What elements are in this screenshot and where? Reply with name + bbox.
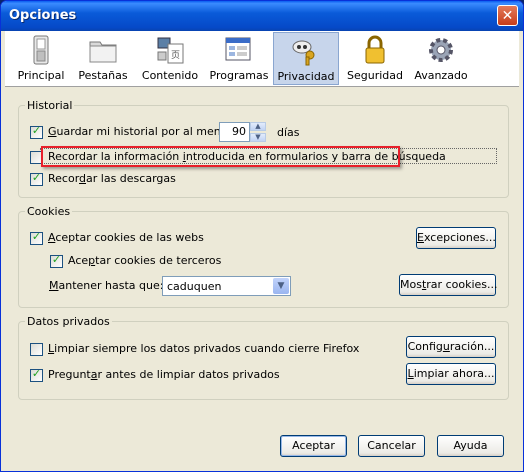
close-button[interactable]: ✕ [497, 5, 518, 26]
accept-button[interactable]: Aceptar [280, 435, 347, 457]
checkmark-icon: ✓ [31, 230, 42, 243]
save-history-checkbox[interactable]: ✓ [30, 124, 43, 139]
svg-text:页: 页 [171, 50, 180, 61]
ask-before-clear-checkbox[interactable]: ✓ [30, 367, 43, 382]
tab-avanzado[interactable]: Avanzado [411, 32, 471, 85]
content-icon: 页 [157, 37, 184, 64]
checkmark-icon: ✓ [31, 171, 42, 184]
clear-now-button[interactable]: Limpiar ahora... [406, 363, 496, 385]
mask-key-icon [292, 40, 315, 66]
options-dialog: Opciones ✕ Principal Pestañas 页 Contenid… [0, 0, 524, 472]
accept-cookies-checkbox[interactable]: ✓ [30, 230, 43, 245]
history-days-input[interactable]: 90 [219, 122, 250, 142]
ask-before-clear-label: Preguntar antes de limpiar datos privado… [48, 368, 280, 381]
tab-seguridad[interactable]: Seguridad [345, 32, 405, 85]
tab-label: Avanzado [414, 69, 468, 82]
save-history-label: Guardar mi historial por al menos [48, 125, 234, 138]
close-icon: ✕ [501, 8, 514, 24]
switch-icon [33, 35, 49, 65]
spin-up-icon[interactable]: ▲ [250, 122, 266, 131]
title-bar[interactable]: Opciones ✕ [1, 1, 523, 31]
tab-programas[interactable]: Programas [207, 32, 271, 85]
keep-until-select[interactable]: caduquen ▼ [162, 276, 291, 296]
window-title: Opciones [9, 8, 77, 23]
always-clear-label: Limpiar siempre los datos privados cuand… [48, 342, 360, 355]
help-button[interactable]: Ayuda [437, 435, 504, 457]
third-party-cookies-label: Aceptar cookies de terceros [68, 254, 222, 267]
keep-until-label: Mantener hasta que: [49, 279, 164, 292]
historial-legend: Historial [27, 99, 73, 112]
private-data-legend: Datos privados [27, 315, 110, 328]
gear-icon [429, 38, 453, 62]
accept-cookies-label: Aceptar cookies de las webs [48, 231, 204, 244]
remember-downloads-label: Recordar las descargas [48, 172, 176, 185]
keep-until-value: caduquen [167, 280, 222, 293]
exceptions-button[interactable]: Excepciones... [416, 227, 496, 249]
tab-principal[interactable]: Principal [15, 32, 67, 85]
folder-tabs-icon [89, 41, 117, 63]
configuration-button[interactable]: Configuración... [406, 336, 496, 358]
tab-label: Pestañas [78, 69, 128, 82]
tab-pestanas[interactable]: Pestañas [75, 32, 131, 85]
applications-icon [225, 37, 251, 61]
chevron-down-icon[interactable]: ▼ [273, 278, 289, 294]
spin-down-icon[interactable]: ▼ [250, 133, 266, 142]
tab-label: Privacidad [277, 70, 335, 83]
lock-icon [365, 35, 385, 64]
checkmark-icon: ✓ [51, 253, 62, 266]
highlight-box [41, 146, 400, 167]
third-party-cookies-checkbox[interactable]: ✓ [50, 253, 63, 268]
tab-label: Seguridad [347, 69, 403, 82]
show-cookies-button[interactable]: Mostrar cookies... [399, 274, 498, 296]
checkmark-icon: ✓ [31, 367, 42, 380]
tab-privacidad[interactable]: Privacidad [273, 32, 339, 85]
days-label: días [277, 126, 300, 139]
cookies-legend: Cookies [27, 205, 71, 218]
tab-label: Principal [17, 69, 65, 82]
tab-label: Programas [209, 69, 269, 82]
tab-contenido[interactable]: 页 Contenido [139, 32, 201, 85]
tab-label: Contenido [141, 69, 199, 82]
remember-downloads-checkbox[interactable]: ✓ [30, 171, 43, 186]
preferences-toolbar: Principal Pestañas 页 Contenido Programas… [5, 31, 519, 87]
always-clear-checkbox[interactable] [30, 343, 43, 356]
history-days-spinner[interactable]: ▲ ▼ [250, 122, 266, 142]
cancel-button[interactable]: Cancelar [358, 435, 425, 457]
checkmark-icon: ✓ [31, 124, 42, 137]
